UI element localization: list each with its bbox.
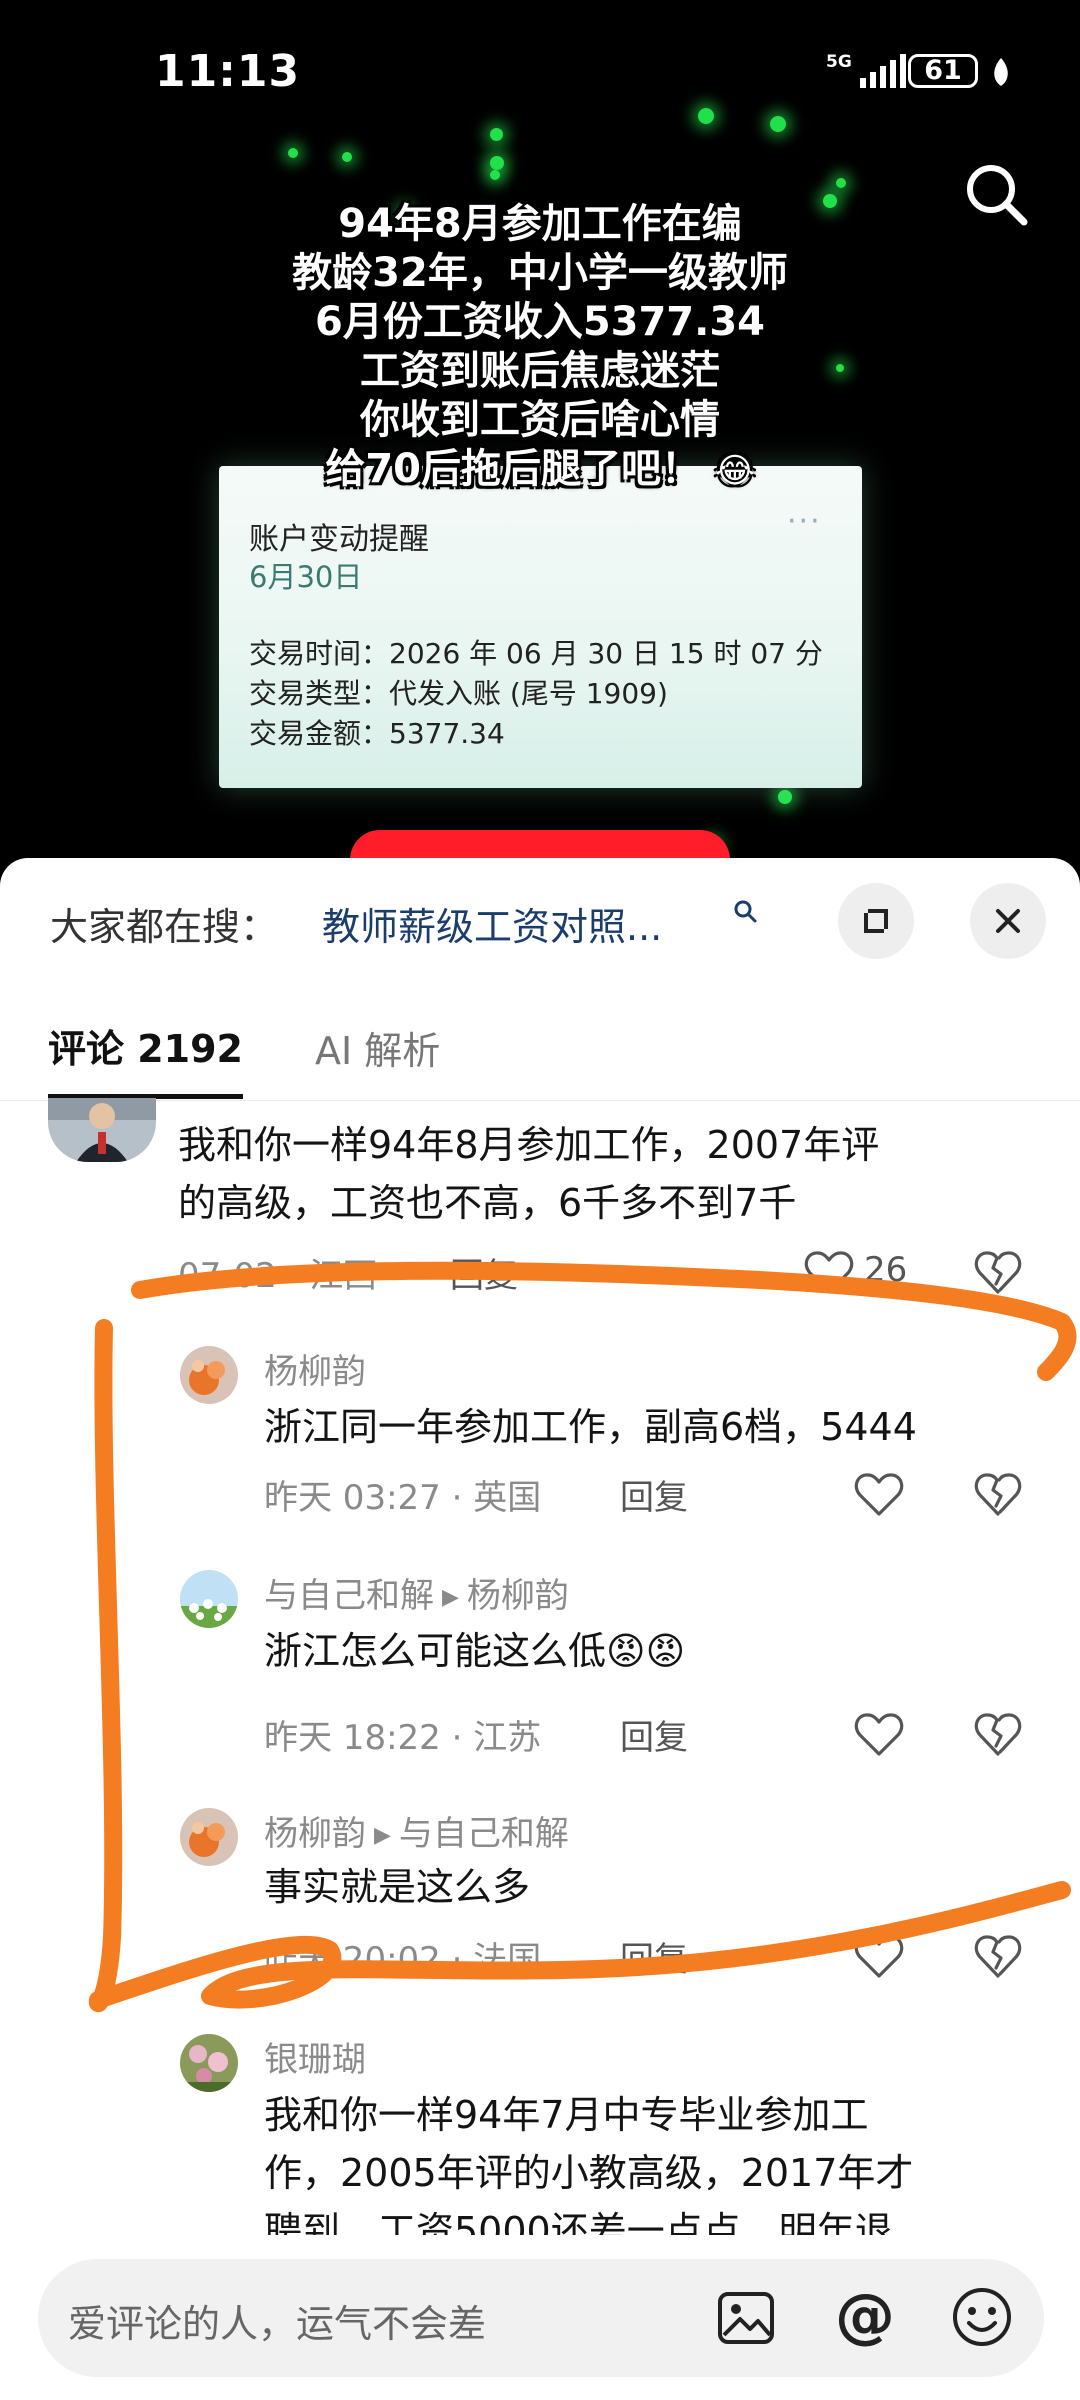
dislike-icon[interactable] <box>974 1250 1022 1296</box>
caption-line-text: 给70后拖后腿了吧！ <box>325 446 701 492</box>
like-icon[interactable] <box>854 1712 904 1758</box>
like-icon[interactable] <box>804 1250 854 1296</box>
trending-search-link[interactable]: 教师薪级工资对照... <box>322 896 662 951</box>
dislike-icon[interactable] <box>974 1934 1022 1980</box>
reply-button[interactable]: 回复 <box>620 1710 688 1759</box>
bank-notification-card: 账户变动提醒 6月30日 ··· 交易时间：2026 年 06 月 30 日 1… <box>219 466 862 788</box>
commenter-name-text: 与自己和解 <box>264 1576 434 1616</box>
comment-input-placeholder: 爱评论的人，运气不会差 <box>68 2302 487 2346</box>
video-player[interactable]: 账户变动提醒 6月30日 ··· 交易时间：2026 年 06 月 30 日 1… <box>0 0 1080 880</box>
like-count: 26 <box>864 1250 908 1290</box>
like-icon[interactable] <box>854 1472 904 1518</box>
reply-button[interactable]: 回复 <box>620 1470 688 1519</box>
comment-input[interactable]: 爱评论的人，运气不会差 @ <box>38 2259 1044 2377</box>
green-light <box>778 790 792 804</box>
tab-comments[interactable]: 评论 2192 <box>48 1018 243 1073</box>
reply-arrow-icon: ▶ <box>374 1823 391 1848</box>
comment-meta: 昨天 20:02 · 法国 <box>264 1940 542 1980</box>
reply-button[interactable]: 回复 <box>450 1248 518 1297</box>
comment-sheet: 大家都在搜： 教师薪级工资对照... 评论 2192 AI 解析 我和你一样94… <box>0 858 1080 2400</box>
card-date: 6月30日 <box>249 560 363 594</box>
green-light <box>770 116 786 132</box>
close-button[interactable] <box>970 883 1046 959</box>
comment-text-line: 我和你一样94年8月参加工作，2007年评 <box>178 1123 880 1167</box>
caption-line: 给70后拖后腿了吧！ 😂 <box>180 445 900 496</box>
comment-input-bar: 爱评论的人，运气不会差 @ <box>0 2235 1080 2400</box>
green-light <box>836 178 846 188</box>
comment-text-line: 我和你一样94年7月中专毕业参加工 <box>264 2093 869 2137</box>
emoji-icon[interactable] <box>950 2285 1014 2349</box>
card-transaction-amount: 交易金额：5377.34 <box>249 717 505 750</box>
avatar[interactable] <box>180 1346 238 1404</box>
commenter-name[interactable]: 杨柳韵 <box>264 1344 366 1393</box>
caption-line: 6月份工资收入5377.34 <box>314 299 766 345</box>
comment-text: 事实就是这么多 <box>264 1865 531 1909</box>
avatar[interactable] <box>48 1098 156 1162</box>
status-bar: 11:13 5G 61 <box>0 40 1080 110</box>
tab-ai-analysis[interactable]: AI 解析 <box>315 1020 440 1075</box>
commenter-name-text: 杨柳韵 <box>264 1814 366 1854</box>
comment-text-line: 作，2005年评的小教高级，2017年才 <box>264 2151 914 2195</box>
comment-text: 浙江同一年参加工作，副高6档，5444 <box>264 1405 917 1449</box>
caption-line: 工资到账后焦虑迷茫 <box>360 348 720 394</box>
tab-bar: 评论 2192 AI 解析 <box>0 1008 1080 1101</box>
laughing-emoji-icon: 😂 <box>714 451 755 491</box>
trending-search-label: 大家都在搜： <box>50 905 279 949</box>
comment-meta: 昨天 03:27 · 英国 <box>264 1478 542 1518</box>
comment-text: 浙江怎么可能这么低😡😡 <box>264 1629 686 1673</box>
mention-icon[interactable]: @ <box>832 2281 898 2351</box>
image-icon[interactable] <box>716 2289 776 2347</box>
video-caption: 94年8月参加工作在编 教龄32年，中小学一级教师 6月份工资收入5377.34… <box>180 200 900 496</box>
more-icon: ··· <box>787 504 822 539</box>
caption-line: 94年8月参加工作在编 <box>338 201 742 247</box>
leaf-icon <box>990 56 1012 88</box>
green-light <box>490 128 503 141</box>
caption-line: 你收到工资后啥心情 <box>360 397 720 443</box>
avatar[interactable] <box>180 1570 238 1628</box>
expand-button[interactable] <box>838 883 914 959</box>
trending-search-row: 大家都在搜： 教师薪级工资对照... <box>0 858 1080 978</box>
card-transaction-time: 交易时间：2026 年 06 月 30 日 15 时 07 分 <box>249 637 823 670</box>
like-icon[interactable] <box>854 1934 904 1980</box>
comment-meta: 昨天 18:22 · 江苏 <box>264 1718 542 1758</box>
signal-icon <box>858 54 906 90</box>
reply-to-name: 杨柳韵 <box>466 1576 569 1616</box>
green-light <box>288 148 298 158</box>
green-light <box>490 170 500 180</box>
clock: 11:13 <box>155 46 301 97</box>
dislike-icon[interactable] <box>974 1472 1022 1518</box>
reply-to-name: 与自己和解 <box>398 1814 569 1854</box>
commenter-name[interactable]: 银珊瑚 <box>264 2032 366 2081</box>
search-icon[interactable] <box>960 158 1032 230</box>
comment-meta: 07-02 · 江西 <box>178 1256 378 1296</box>
comment-text: 我和你一样94年7月中专毕业参加工 作，2005年评的小教高级，2017年才 聘… <box>264 2086 1064 2260</box>
avatar[interactable] <box>180 2034 238 2092</box>
reply-arrow-icon: ▶ <box>442 1585 459 1610</box>
comment-text: 我和你一样94年8月参加工作，2007年评 的高级，工资也不高，6千多不到7千 <box>178 1116 1058 1232</box>
green-light <box>698 108 714 124</box>
green-light <box>342 152 352 162</box>
expand-icon <box>864 909 888 933</box>
avatar[interactable] <box>180 1808 238 1866</box>
commenter-name[interactable]: 杨柳韵 ▶ 与自己和解 <box>264 1806 569 1855</box>
dislike-icon[interactable] <box>974 1712 1022 1758</box>
battery-icon: 61 <box>908 54 978 88</box>
close-icon <box>996 909 1020 933</box>
card-transaction-type: 交易类型：代发入账 (尾号 1909) <box>249 677 668 710</box>
comment-text-line: 的高级，工资也不高，6千多不到7千 <box>178 1181 797 1225</box>
reply-button[interactable]: 回复 <box>620 1932 688 1981</box>
green-light <box>490 156 504 170</box>
search-icon[interactable] <box>732 898 758 924</box>
caption-line: 教龄32年，中小学一级教师 <box>292 250 788 296</box>
commenter-name[interactable]: 与自己和解 ▶ 杨柳韵 <box>264 1568 569 1617</box>
network-type-icon: 5G <box>826 52 852 72</box>
card-title: 账户变动提醒 <box>249 522 429 557</box>
